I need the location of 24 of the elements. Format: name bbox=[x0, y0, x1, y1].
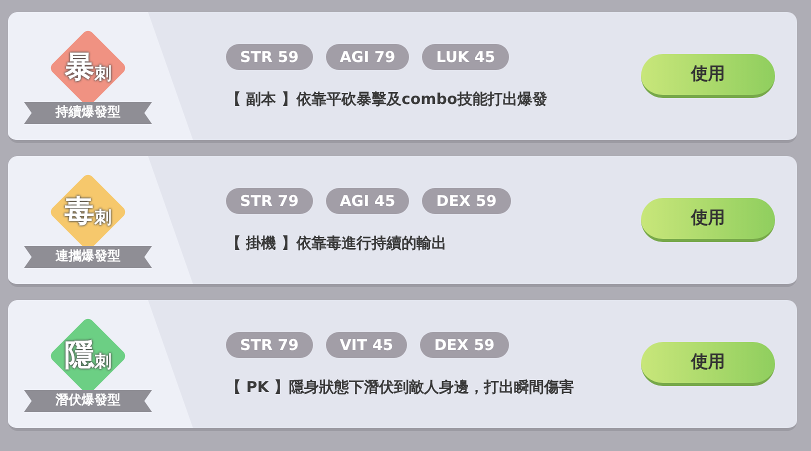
description-text: 【 副本 】依靠平砍暴擊及combo技能打出爆發 bbox=[226, 88, 548, 110]
use-button[interactable]: 使用 bbox=[641, 198, 775, 242]
description-text: 【 PK 】隱身狀態下潛伏到敵人身邊，打出瞬間傷害 bbox=[226, 376, 574, 398]
stat-tag: STR 79 bbox=[226, 188, 313, 214]
stat-tag: VIT 45 bbox=[326, 332, 408, 358]
emblem-main-text: 暴 bbox=[64, 53, 94, 83]
emblem-sub-text: 刺 bbox=[94, 66, 112, 83]
stat-tag: STR 79 bbox=[226, 332, 313, 358]
stat-tag: DEX 59 bbox=[422, 188, 511, 214]
ribbon-label: 潛伏爆發型 bbox=[24, 390, 152, 412]
stat-tag: AGI 45 bbox=[326, 188, 410, 214]
description-text: 【 掛機 】依靠毒進行持續的輸出 bbox=[226, 232, 448, 254]
emblem-sub-text: 刺 bbox=[94, 354, 112, 371]
stat-tag: STR 59 bbox=[226, 44, 313, 70]
use-button[interactable]: 使用 bbox=[641, 54, 775, 98]
ribbon-label: 連攜爆發型 bbox=[24, 246, 152, 268]
emblem-main-text: 毒 bbox=[64, 197, 94, 227]
emblem-main-text: 隱 bbox=[64, 341, 94, 371]
emblem-sub-text: 刺 bbox=[94, 210, 112, 227]
stat-tag: AGI 79 bbox=[326, 44, 410, 70]
use-button[interactable]: 使用 bbox=[641, 342, 775, 386]
ribbon-label: 持續爆發型 bbox=[24, 102, 152, 124]
stat-tag: DEX 59 bbox=[420, 332, 509, 358]
stat-tag: LUK 45 bbox=[422, 44, 510, 70]
